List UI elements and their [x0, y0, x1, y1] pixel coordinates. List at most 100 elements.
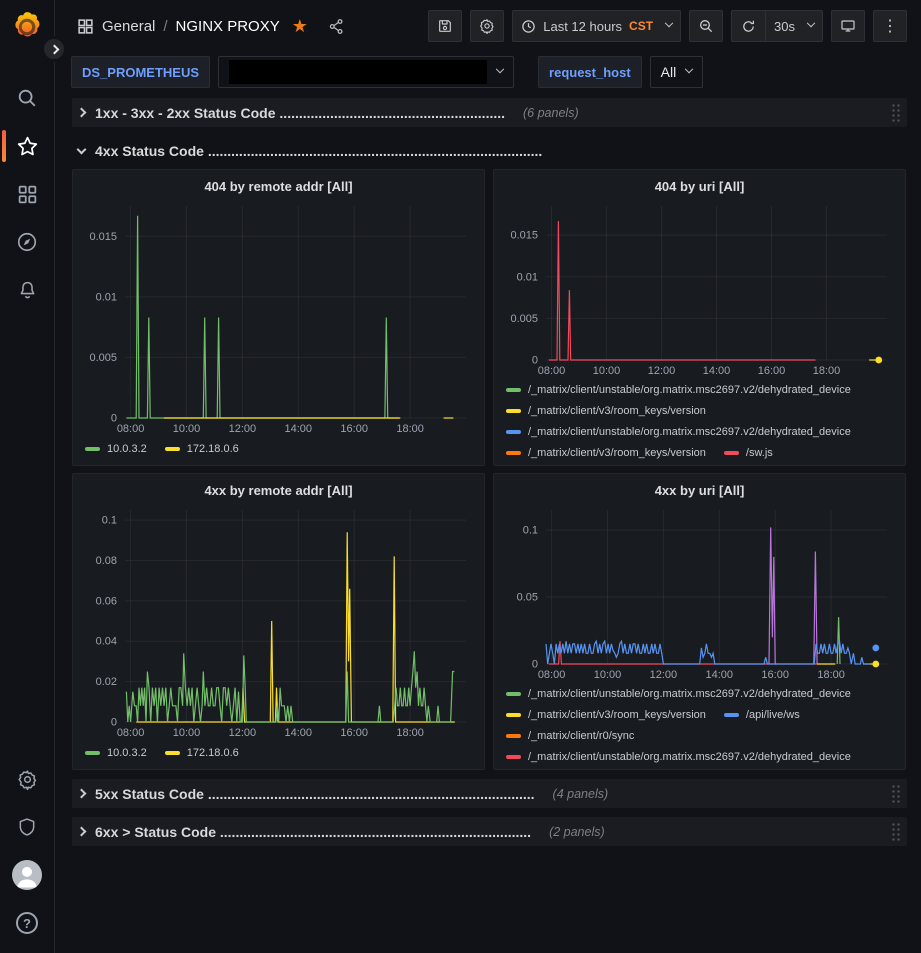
legend-label: 10.0.3.2 — [107, 747, 147, 759]
gear-icon — [479, 18, 495, 34]
legend-item[interactable]: /api/live/ws — [724, 709, 800, 721]
panel-title[interactable]: 404 by uri [All] — [502, 174, 897, 198]
dashboard-settings-button[interactable] — [470, 10, 504, 42]
datasource-select[interactable] — [218, 56, 514, 88]
svg-text:0.06: 0.06 — [96, 595, 117, 607]
sidebar-item-dashboards[interactable] — [0, 170, 54, 218]
panel-title[interactable]: 4xx by remote addr [All] — [81, 478, 476, 502]
svg-text:18:00: 18:00 — [813, 365, 841, 377]
legend-swatch — [506, 409, 521, 413]
legend-item[interactable]: /_matrix/client/r0/sync — [506, 730, 634, 742]
row-title: 1xx - 3xx - 2xx Status Code ............… — [95, 105, 505, 121]
datasource-variable-label[interactable]: DS_PROMETHEUS — [71, 56, 210, 88]
refresh-interval-dropdown[interactable]: 30s — [765, 10, 823, 42]
dashboard-canvas: 1xx - 3xx - 2xx Status Code ............… — [55, 92, 921, 953]
row-drag-handle[interactable] — [891, 103, 901, 123]
timezone-label: CST — [629, 19, 653, 33]
chart-canvas[interactable]: 00.0050.010.01508:0010:0012:0014:0016:00… — [502, 198, 897, 378]
row-6xx[interactable]: 6xx > Status Code ......................… — [72, 817, 907, 846]
svg-text:10:00: 10:00 — [173, 727, 201, 739]
apps-grid-icon — [17, 184, 38, 205]
favorite-star-icon[interactable]: ★ — [292, 17, 308, 35]
legend-item[interactable]: /_matrix/client/unstable/org.matrix.msc2… — [506, 384, 851, 396]
cycle-view-mode-button[interactable] — [831, 10, 865, 42]
legend-label: /_matrix/client/v3/room_keys/version — [528, 447, 706, 459]
panel-title[interactable]: 404 by remote addr [All] — [81, 174, 476, 198]
panel-legend: 10.0.3.2 172.18.0.6 — [81, 436, 476, 460]
apps-grid-icon — [77, 18, 94, 35]
legend-label: 172.18.0.6 — [187, 747, 239, 759]
row-4xx[interactable]: 4xx Status Code ........................… — [72, 136, 907, 165]
legend-label: /_matrix/client/v3/room_keys/version — [528, 405, 706, 417]
legend-item[interactable]: 10.0.3.2 — [85, 747, 147, 759]
sidebar-item-starred[interactable] — [0, 122, 54, 170]
dashboard-title[interactable]: NGINX PROXY — [176, 18, 280, 35]
refresh-icon — [741, 19, 756, 34]
svg-text:12:00: 12:00 — [648, 365, 676, 377]
legend-item[interactable]: 172.18.0.6 — [165, 443, 239, 455]
help-icon: ? — [16, 912, 38, 934]
shield-icon — [17, 817, 37, 837]
request-host-select[interactable]: All — [650, 56, 704, 88]
legend-item[interactable]: 172.18.0.6 — [165, 747, 239, 759]
legend-item[interactable]: /_matrix/client/v3/room_keys/version — [506, 405, 706, 417]
svg-text:18:00: 18:00 — [396, 727, 424, 739]
sidebar-item-alerting[interactable] — [0, 266, 54, 314]
legend-swatch — [506, 713, 521, 717]
sidebar-item-search[interactable] — [0, 74, 54, 122]
refresh-button[interactable] — [731, 10, 765, 42]
variables-bar: DS_PROMETHEUS request_host All — [55, 52, 921, 92]
legend-item[interactable]: 10.0.3.2 — [85, 443, 147, 455]
svg-text:0.08: 0.08 — [96, 555, 117, 567]
legend-swatch — [165, 447, 180, 451]
legend-label: /_matrix/client/v3/room_keys/version — [528, 709, 706, 721]
legend-item[interactable]: /_matrix/client/v3/room_keys/version — [506, 447, 706, 459]
chevron-right-icon — [49, 44, 59, 54]
chevron-down-icon — [685, 65, 693, 73]
svg-text:16:00: 16:00 — [758, 365, 786, 377]
gear-icon — [17, 769, 38, 790]
svg-text:08:00: 08:00 — [538, 365, 566, 377]
kebab-menu-button[interactable]: ⋮ — [873, 10, 907, 42]
row-drag-handle[interactable] — [891, 822, 901, 842]
time-range-picker[interactable]: Last 12 hours CST — [512, 10, 681, 42]
time-range-label: Last 12 hours — [543, 19, 622, 34]
chart-canvas[interactable]: 00.0050.010.01508:0010:0012:0014:0016:00… — [81, 198, 476, 436]
save-dashboard-button[interactable] — [428, 10, 462, 42]
request-host-value: All — [661, 64, 677, 80]
legend-swatch — [85, 447, 100, 451]
refresh-button-group: 30s — [731, 10, 823, 42]
row-drag-handle[interactable] — [891, 784, 901, 804]
legend-item[interactable]: /_matrix/client/unstable/org.matrix.msc2… — [506, 688, 851, 700]
breadcrumb-section[interactable]: General — [102, 18, 155, 35]
row-panel-count: (6 panels) — [523, 106, 579, 120]
legend-swatch — [506, 692, 521, 696]
panel-4xx-by-remote-addr: 4xx by remote addr [All] 00.020.040.060.… — [72, 473, 485, 770]
legend-item[interactable]: /_matrix/client/unstable/org.matrix.msc2… — [506, 426, 851, 438]
sidebar-expand-button[interactable] — [41, 36, 67, 62]
panel-404-by-uri: 404 by uri [All] 00.0050.010.01508:0010:… — [493, 169, 906, 466]
row-5xx[interactable]: 5xx Status Code ........................… — [72, 779, 907, 808]
legend-item[interactable]: /_matrix/client/unstable/org.matrix.msc2… — [506, 751, 851, 763]
sidebar-item-explore[interactable] — [0, 218, 54, 266]
svg-text:08:00: 08:00 — [117, 423, 145, 435]
grafana-logo[interactable] — [10, 10, 44, 44]
star-outline-icon — [16, 135, 39, 158]
row-1xx-3xx-2xx[interactable]: 1xx - 3xx - 2xx Status Code ............… — [72, 98, 907, 127]
legend-swatch — [506, 430, 521, 434]
chevron-down-icon — [77, 144, 87, 154]
sidebar-item-profile[interactable] — [0, 851, 54, 899]
sidebar-item-server-admin[interactable] — [0, 803, 54, 851]
share-icon[interactable] — [328, 18, 345, 35]
sidebar-item-settings[interactable] — [0, 755, 54, 803]
sidebar-item-help[interactable]: ? — [0, 899, 54, 947]
legend-item[interactable]: /_matrix/client/v3/room_keys/version — [506, 709, 706, 721]
chart-canvas[interactable]: 00.050.108:0010:0012:0014:0016:0018:00 — [502, 502, 897, 682]
request-host-variable-label[interactable]: request_host — [538, 56, 642, 88]
legend-item[interactable]: /sw.js — [724, 447, 773, 459]
panel-title[interactable]: 4xx by uri [All] — [502, 478, 897, 502]
zoom-out-time-button[interactable] — [689, 10, 723, 42]
legend-label: /api/live/ws — [746, 709, 800, 721]
chart-canvas[interactable]: 00.020.040.060.080.108:0010:0012:0014:00… — [81, 502, 476, 740]
panel-4xx-by-uri: 4xx by uri [All] 00.050.108:0010:0012:00… — [493, 473, 906, 770]
